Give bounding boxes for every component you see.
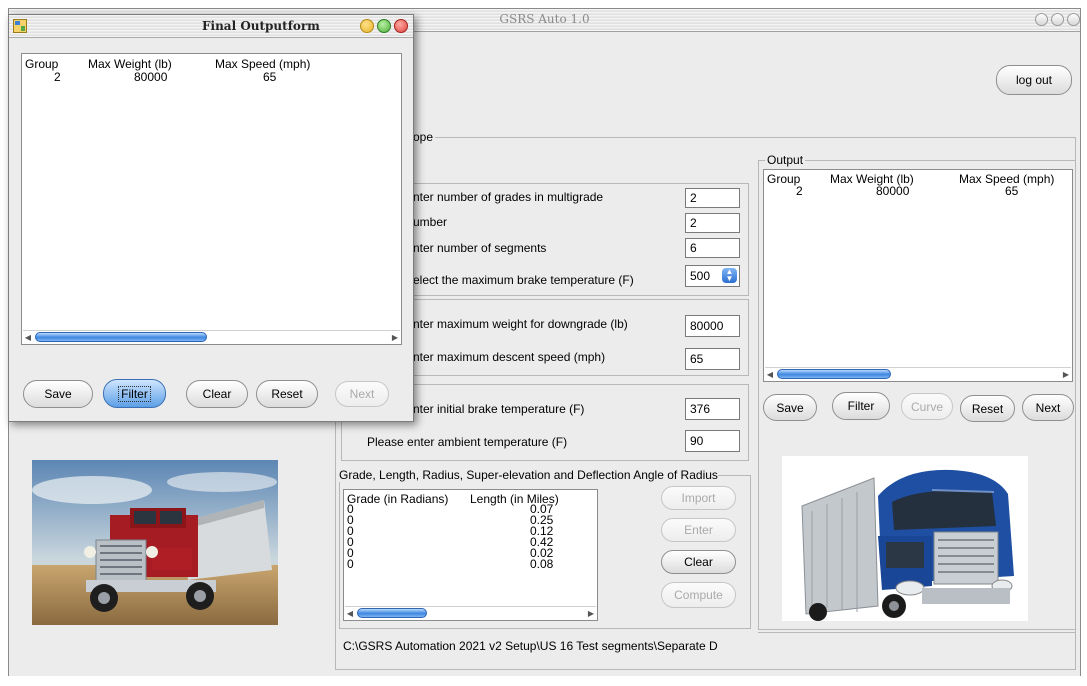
clear-segments-button[interactable]: Clear <box>661 550 736 574</box>
initial-temp-input[interactable]: 376 <box>685 398 740 420</box>
column-header-group: Group <box>25 57 59 71</box>
ambient-temp-label: Please enter ambient temperature (F) <box>367 435 568 449</box>
segments-listbox[interactable]: Grade (in Radians) Length (in Miles) 0 0.… <box>343 489 598 621</box>
scroll-right-icon[interactable]: ▶ <box>586 608 596 619</box>
number-label: umber <box>413 215 448 229</box>
form-next-button[interactable]: Next <box>335 381 389 407</box>
form-filter-button[interactable]: Filter <box>103 379 166 408</box>
compute-button[interactable]: Compute <box>661 582 736 608</box>
output-listbox[interactable]: Group Max Weight (lb) Max Speed (mph) 2 … <box>763 169 1073 382</box>
initial-temp-label: nter initial brake temperature (F) <box>413 402 585 416</box>
file-path-label: C:\GSRS Automation 2021 v2 Setup\US 16 T… <box>343 639 718 653</box>
divider <box>758 632 1076 633</box>
close-icon[interactable] <box>1035 13 1048 26</box>
segments-count-label: nter number of segments <box>413 241 547 255</box>
scrollbar-thumb[interactable] <box>777 369 891 379</box>
blue-truck-image <box>782 456 1028 621</box>
segments-rows: 0 0.07 0 0.25 0 0.12 0 0.42 0 0.02 0 0.08 <box>347 503 587 570</box>
final-output-form: Final Outputform Group Max Weight (lb) M… <box>8 14 414 422</box>
segments-group-label: Grade, Length, Radius, Super-elevation a… <box>339 468 718 482</box>
zoom-icon[interactable] <box>377 19 391 33</box>
curve-button[interactable]: Curve <box>901 393 953 420</box>
app-icon <box>13 19 27 33</box>
ambient-temp-input[interactable]: 90 <box>685 430 740 452</box>
max-weight-label: nter maximum weight for downgrade (lb) <box>413 317 628 331</box>
form-save-button[interactable]: Save <box>23 380 93 408</box>
table-row[interactable]: 2 80000 65 <box>764 184 1064 198</box>
scroll-left-icon[interactable]: ◀ <box>345 608 355 619</box>
output-reset-button[interactable]: Reset <box>960 395 1015 422</box>
max-speed-input[interactable]: 65 <box>685 348 740 370</box>
max-weight-input[interactable]: 80000 <box>685 315 740 337</box>
output-save-button[interactable]: Save <box>763 394 817 421</box>
table-row[interactable]: 2 80000 65 <box>22 70 382 84</box>
scope-group-label: ope <box>411 130 436 144</box>
max-brake-temp-label: elect the maximum brake temperature (F) <box>413 273 634 287</box>
output-next-button[interactable]: Next <box>1022 394 1074 421</box>
scrollbar-thumb[interactable] <box>357 608 427 618</box>
form-titlebar[interactable]: Final Outputform <box>9 15 413 38</box>
import-button[interactable]: Import <box>661 486 736 510</box>
horizontal-scrollbar[interactable]: ◀ ▶ <box>765 367 1071 381</box>
list-item[interactable]: 0 0.08 <box>347 558 587 570</box>
scroll-right-icon[interactable]: ▶ <box>390 332 400 343</box>
minimize-icon[interactable] <box>360 19 374 33</box>
scroll-left-icon[interactable]: ◀ <box>23 332 33 343</box>
form-clear-button[interactable]: Clear <box>186 380 248 408</box>
horizontal-scrollbar[interactable]: ◀ ▶ <box>23 330 400 344</box>
output-filter-button[interactable]: Filter <box>832 392 890 420</box>
final-output-listbox[interactable]: Group Max Weight (lb) Max Speed (mph) 2 … <box>21 53 402 345</box>
max-brake-temp-select[interactable]: 500 ▲ ▼ <box>685 265 740 287</box>
max-speed-label: nter maximum descent speed (mph) <box>413 350 606 364</box>
enter-button[interactable]: Enter <box>661 518 736 542</box>
segments-count-input[interactable]: 6 <box>685 238 740 258</box>
form-title: Final Outputform <box>202 19 320 33</box>
logout-button[interactable]: log out <box>996 65 1072 95</box>
output-group-label: Output <box>765 153 806 167</box>
close-icon[interactable] <box>394 19 408 33</box>
grades-label: nter number of grades in multigrade <box>413 190 604 204</box>
number-input[interactable]: 2 <box>685 213 740 233</box>
minimize-icon[interactable] <box>1051 13 1064 26</box>
scroll-right-icon[interactable]: ▶ <box>1061 369 1071 380</box>
form-reset-button[interactable]: Reset <box>256 380 318 408</box>
red-truck-image <box>32 460 278 625</box>
column-header-max-speed: Max Speed (mph) <box>215 57 311 71</box>
updown-arrows-icon[interactable]: ▲ ▼ <box>722 268 737 283</box>
scrollbar-thumb[interactable] <box>35 332 207 342</box>
column-header-max-weight: Max Weight (lb) <box>88 57 172 71</box>
grades-input[interactable]: 2 <box>685 188 740 208</box>
scroll-left-icon[interactable]: ◀ <box>765 369 775 380</box>
horizontal-scrollbar[interactable]: ◀ ▶ <box>345 606 596 620</box>
zoom-icon[interactable] <box>1067 13 1080 26</box>
